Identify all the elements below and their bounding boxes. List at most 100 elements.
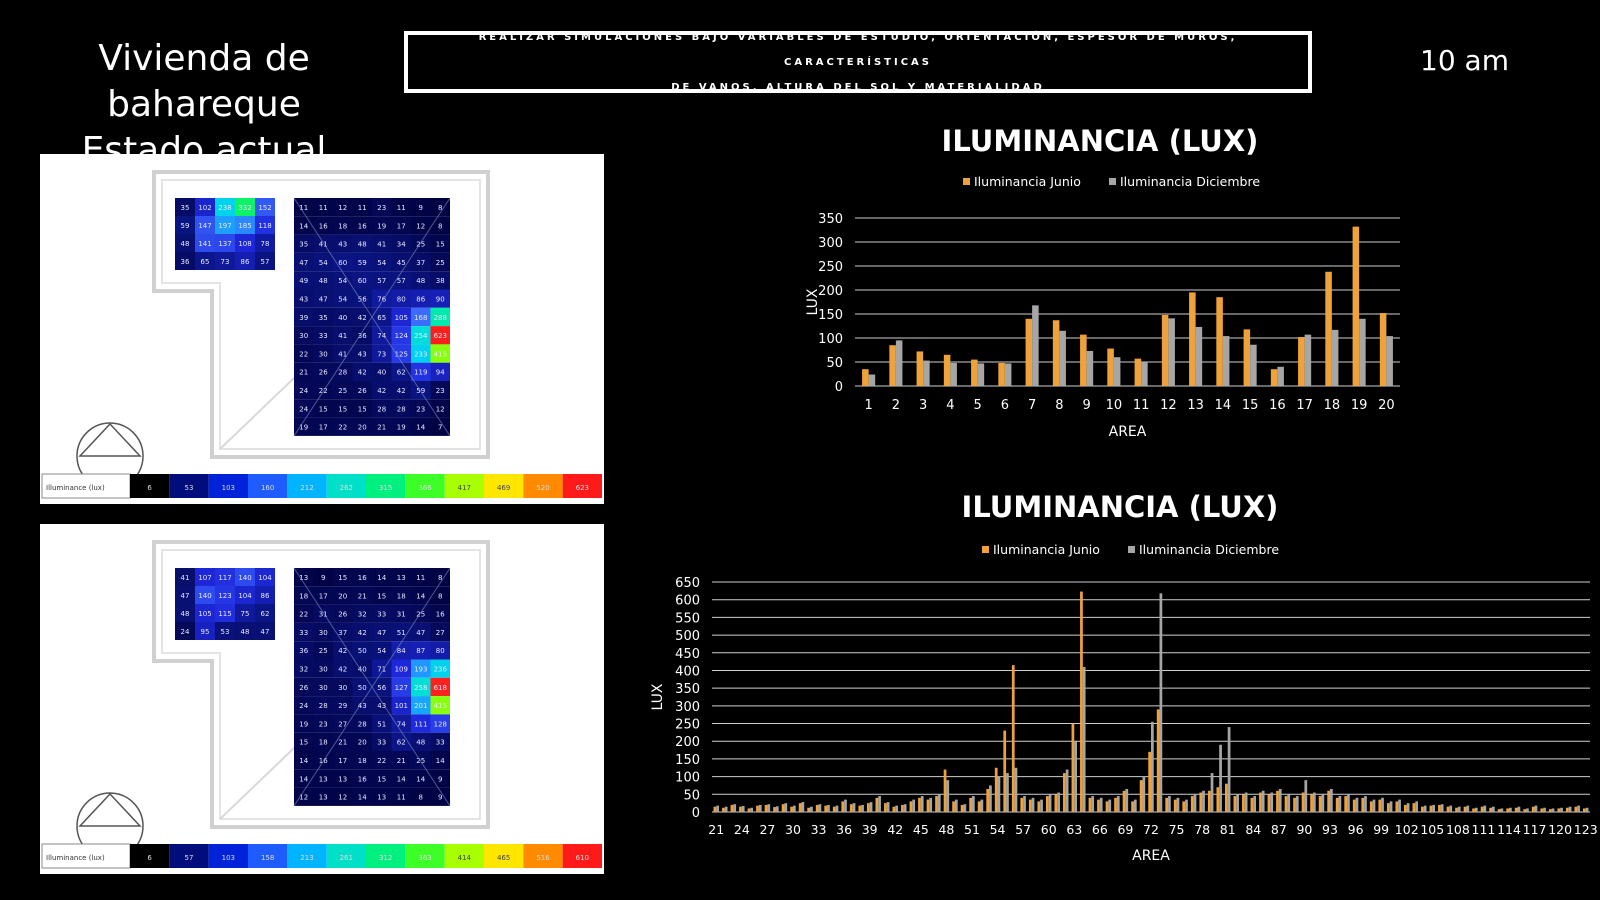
heat-value: 20	[358, 739, 367, 747]
heat-value: 18	[358, 757, 367, 765]
x-tick-label: 33	[811, 822, 827, 837]
bar	[1195, 326, 1203, 386]
heat-value: 21	[299, 369, 308, 377]
bar	[1347, 794, 1350, 812]
x-tick-label: 105	[1420, 822, 1444, 837]
x-axis-label: AREA	[1109, 424, 1147, 440]
x-tick-label: 96	[1348, 822, 1364, 837]
heat-value: 22	[377, 757, 386, 765]
scale-value: 103	[222, 484, 235, 492]
y-tick-label: 200	[818, 284, 843, 299]
heat-value: 37	[416, 259, 425, 267]
bar	[724, 806, 728, 812]
bar	[1071, 723, 1075, 812]
heat-value: 23	[319, 720, 328, 728]
bar	[952, 801, 955, 812]
heat-value: 33	[377, 611, 386, 619]
x-tick-label: 5	[973, 398, 981, 413]
heat-value: 43	[358, 350, 367, 358]
heat-value: 28	[397, 405, 406, 413]
bar	[943, 769, 947, 812]
heat-value: 14	[416, 424, 425, 432]
bar	[1032, 305, 1039, 386]
bar	[1242, 794, 1245, 812]
bar	[1004, 363, 1012, 386]
bar	[1202, 790, 1205, 812]
bar	[886, 802, 890, 812]
x-tick-label: 102	[1395, 822, 1419, 837]
bar	[971, 796, 975, 812]
heat-value: 108	[238, 240, 251, 248]
heat-value: 15	[436, 241, 445, 249]
bar	[756, 805, 759, 812]
illuminance-scale: Illuminance (lux) 6 53 103 160 212 262 315 366 41…	[41, 473, 602, 499]
bar	[741, 805, 745, 812]
bar	[909, 801, 913, 812]
bar	[1227, 727, 1231, 812]
bar	[1054, 794, 1058, 812]
title-line-1: Vivienda de bahareque	[98, 38, 310, 125]
bar	[1148, 751, 1151, 812]
bar	[1301, 792, 1305, 812]
heat-value: 87	[416, 647, 425, 655]
bar	[1304, 334, 1312, 386]
heat-value: 115	[218, 610, 231, 618]
bar	[798, 803, 802, 812]
bar	[1139, 780, 1143, 812]
bar	[1133, 799, 1137, 812]
heat-value: 62	[397, 369, 406, 377]
bar	[895, 340, 903, 386]
bar	[1086, 350, 1094, 386]
heat-value: 30	[338, 684, 347, 692]
objective-banner: REALIZAR SIMULACIONES BAJO VARIABLES DE …	[404, 31, 1312, 93]
y-tick-label: 100	[818, 332, 843, 347]
heat-value: 48	[416, 739, 425, 747]
bar	[895, 805, 898, 812]
scale-value: 213	[300, 854, 313, 862]
x-tick-label: 15	[1242, 398, 1259, 413]
scale-value: 212	[300, 484, 313, 492]
heat-value: 23	[436, 387, 445, 395]
heat-value: 50	[358, 684, 367, 692]
heat-value: 50	[358, 647, 367, 655]
bar	[1352, 799, 1356, 812]
bar	[1134, 358, 1142, 386]
bar	[920, 796, 924, 812]
heat-value: 26	[299, 684, 308, 692]
bar	[790, 806, 793, 812]
heat-value: 14	[416, 775, 425, 783]
y-tick-label: 450	[675, 647, 700, 662]
bar	[1369, 801, 1373, 812]
bar	[1480, 806, 1484, 812]
heat-value: 16	[436, 611, 445, 619]
bar	[1243, 329, 1251, 386]
heat-value: 27	[436, 629, 445, 637]
heat-value: 18	[319, 739, 328, 747]
bar	[1151, 721, 1154, 812]
heat-value: 41	[181, 574, 190, 582]
heat-value: 39	[299, 314, 308, 322]
y-tick-label: 50	[683, 788, 700, 803]
scale-value: 261	[340, 854, 353, 862]
x-tick-label: 48	[938, 822, 954, 837]
chart-legend: Iluminancia Junio Iluminancia Diciembre	[963, 174, 1260, 189]
heat-value: 119	[414, 369, 427, 377]
x-tick-label: 17	[1296, 398, 1313, 413]
heat-value: 13	[319, 775, 328, 783]
bar	[1284, 796, 1288, 812]
illuminance-chart-areas-21-123: ILUMINANCIA (LUX)Iluminancia Junio Ilumin…	[650, 490, 1598, 864]
heat-value: 140	[198, 592, 211, 600]
heat-value: 104	[258, 574, 272, 582]
bar	[1304, 780, 1308, 812]
bar	[1543, 807, 1546, 812]
bar	[1088, 797, 1092, 812]
heat-value: 21	[338, 739, 347, 747]
heat-value: 109	[395, 666, 408, 674]
y-tick-label: 300	[818, 236, 843, 251]
bar	[1312, 792, 1316, 812]
heat-value: 78	[261, 240, 270, 248]
bar	[1216, 297, 1223, 386]
heat-value: 33	[436, 739, 445, 747]
heat-value: 14	[358, 794, 367, 802]
heat-value: 415	[434, 702, 447, 710]
